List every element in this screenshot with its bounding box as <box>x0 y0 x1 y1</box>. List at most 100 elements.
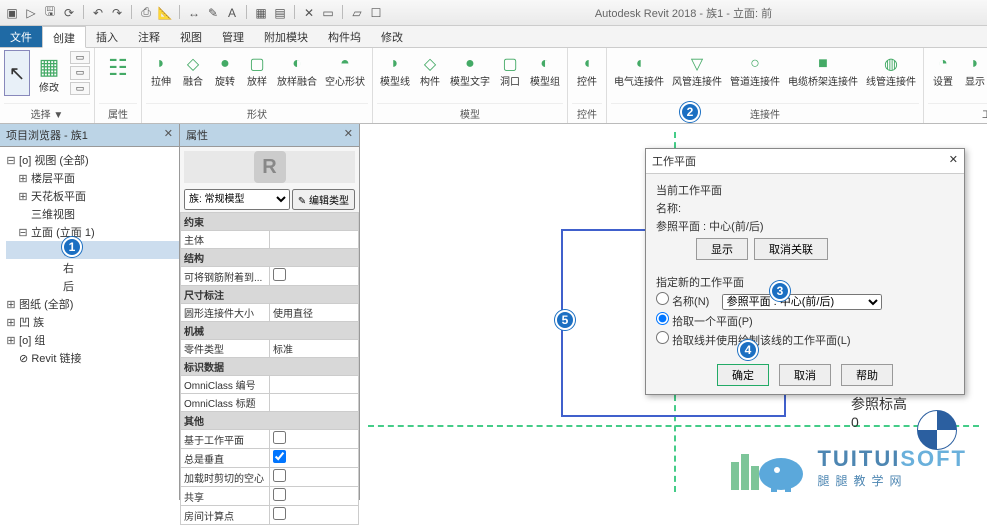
tab-modify[interactable]: 修改 <box>371 26 413 47</box>
disassociate-button[interactable]: 取消关联 <box>754 238 828 260</box>
ribbon-label-workplane: 工作平面 <box>928 103 987 123</box>
properties-table: 约束主体结构可将钢筋附着到...尺寸标注圆形连接件大小使用直径机械零件类型标准标… <box>180 212 359 525</box>
prop-value[interactable] <box>270 487 359 506</box>
prop-group-header: 尺寸标注 <box>181 286 359 304</box>
prop-value[interactable]: 标准 <box>270 340 359 358</box>
tab-create[interactable]: 创建 <box>42 26 86 48</box>
work-plane-dialog: 工作平面 ✕ 当前工作平面 名称: 参照平面 : 中心(前/后) 显示 取消关联… <box>645 148 965 395</box>
prop-value[interactable] <box>270 394 359 412</box>
print-icon[interactable]: ⎙ <box>138 5 154 21</box>
filter-icon[interactable]: ▱ <box>349 5 365 21</box>
wp-item-1[interactable]: ◗显示 <box>960 50 987 90</box>
dim-icon[interactable]: ↔ <box>186 5 202 21</box>
prop-value[interactable] <box>270 468 359 487</box>
type-selector[interactable]: 族: 常规模型 <box>184 189 290 210</box>
switch-window-icon[interactable]: ▭ <box>320 5 336 21</box>
shape-item-3[interactable]: ▢放样 <box>242 50 272 90</box>
conn-item-3[interactable]: ■电缆桥架连接件 <box>785 50 861 90</box>
prop-checkbox[interactable] <box>273 431 286 444</box>
undo-icon[interactable]: ↶ <box>90 5 106 21</box>
prop-value[interactable] <box>270 506 359 525</box>
tree-node[interactable]: 后 <box>6 277 179 295</box>
tree-node[interactable]: 前 <box>6 241 179 259</box>
model-item-1[interactable]: ◇构件 <box>415 50 445 90</box>
shape-item-5[interactable]: ◓空心形状 <box>322 50 368 90</box>
cancel-button[interactable]: 取消 <box>779 364 831 386</box>
prop-value[interactable] <box>270 449 359 468</box>
tab-insert[interactable]: 插入 <box>86 26 128 47</box>
select-tool-icon[interactable]: ↖ <box>4 50 30 96</box>
tab-annotate[interactable]: 注释 <box>128 26 170 47</box>
sync-icon[interactable]: ⟳ <box>61 5 77 21</box>
prop-value[interactable] <box>270 430 359 449</box>
prop-checkbox[interactable] <box>273 469 286 482</box>
3d-icon[interactable]: ▦ <box>253 5 269 21</box>
shape-item-1[interactable]: ◇融合 <box>178 50 208 90</box>
tree-node[interactable]: ⊞ 凹 族 <box>6 313 179 331</box>
prop-value[interactable]: 使用直径 <box>270 304 359 322</box>
model-item-3[interactable]: ▢洞口 <box>495 50 525 90</box>
show-button[interactable]: 显示 <box>696 238 748 260</box>
conn-item-0[interactable]: ◖电气连接件 <box>611 50 667 90</box>
tag-icon[interactable]: ✎ <box>205 5 221 21</box>
shape-item-4[interactable]: ◐放样融合 <box>274 50 320 90</box>
help-button[interactable]: 帮助 <box>841 364 893 386</box>
wp-name-select[interactable]: 参照平面 : 中心(前/后) <box>722 294 882 310</box>
tab-manage[interactable]: 管理 <box>212 26 254 47</box>
ctrl-item-0[interactable]: ◖控件 <box>572 50 602 90</box>
tree-node[interactable]: 右 <box>6 259 179 277</box>
properties-button[interactable]: ☷ <box>99 50 137 86</box>
opt-name-radio[interactable]: 名称(N) <box>656 296 709 308</box>
conn-item-1[interactable]: ▽风管连接件 <box>669 50 725 90</box>
prop-checkbox[interactable] <box>273 268 286 281</box>
paste-options[interactable]: ▭▭▭ <box>70 50 90 96</box>
open-icon[interactable]: ▷ <box>23 5 39 21</box>
close-hidden-icon[interactable]: ✕ <box>301 5 317 21</box>
prop-key: 共享 <box>181 487 270 506</box>
prop-checkbox[interactable] <box>273 488 286 501</box>
component-icon[interactable]: ☐ <box>368 5 384 21</box>
model-item-4[interactable]: ◐模型组 <box>527 50 563 90</box>
measure-icon[interactable]: 📐 <box>157 5 173 21</box>
redo-icon[interactable]: ↷ <box>109 5 125 21</box>
model-item-2[interactable]: ●模型文字 <box>447 50 493 90</box>
conn-item-2[interactable]: ○管道连接件 <box>727 50 783 90</box>
opt-pick-radio[interactable]: 拾取一个平面(P) <box>656 316 753 328</box>
project-browser-tree[interactable]: ⊟ [o] 视图 (全部)⊞ 楼层平面⊞ 天花板平面 三维视图⊟ 立面 (立面 … <box>0 147 179 371</box>
project-browser: 项目浏览器 - 族1 ✕ ⊟ [o] 视图 (全部)⊞ 楼层平面⊞ 天花板平面 … <box>0 124 180 500</box>
wp-item-0[interactable]: ◔设置 <box>928 50 958 90</box>
shape-item-2[interactable]: ●旋转 <box>210 50 240 90</box>
tree-node[interactable]: ⊟ [o] 视图 (全部) <box>6 151 179 169</box>
prop-key: 主体 <box>181 231 270 249</box>
tab-addins[interactable]: 附加模块 <box>254 26 318 47</box>
section-icon[interactable]: ▤ <box>272 5 288 21</box>
save-icon[interactable]: 🖫 <box>42 5 58 21</box>
tab-view[interactable]: 视图 <box>170 26 212 47</box>
model-item-0[interactable]: ◗模型线 <box>377 50 413 90</box>
close-icon[interactable]: ✕ <box>164 127 173 143</box>
tree-node[interactable]: ⊞ 楼层平面 <box>6 169 179 187</box>
text-icon[interactable]: A <box>224 5 240 21</box>
tree-node[interactable]: ⊘ Revit 链接 <box>6 349 179 367</box>
close-icon[interactable]: ✕ <box>344 127 353 143</box>
shape-item-0[interactable]: ◗拉伸 <box>146 50 176 90</box>
tree-node[interactable]: 三维视图 <box>6 205 179 223</box>
edit-type-button[interactable]: ✎ 编辑类型 <box>292 189 355 210</box>
tree-node[interactable]: ⊞ 图纸 (全部) <box>6 295 179 313</box>
prop-checkbox[interactable] <box>273 507 286 520</box>
file-tab[interactable]: 文件 <box>0 26 42 47</box>
prop-value[interactable] <box>270 267 359 286</box>
prop-value[interactable] <box>270 376 359 394</box>
tree-node[interactable]: ⊞ 天花板平面 <box>6 187 179 205</box>
tab-component-dock[interactable]: 构件坞 <box>318 26 371 47</box>
app-menu-icon[interactable]: ▣ <box>4 5 20 21</box>
tree-node[interactable]: ⊟ 立面 (立面 1) <box>6 223 179 241</box>
conn-item-4[interactable]: ◍线管连接件 <box>863 50 919 90</box>
prop-checkbox[interactable] <box>273 450 286 463</box>
ok-button[interactable]: 确定 <box>717 364 769 386</box>
prop-value[interactable] <box>270 231 359 249</box>
ribbon-group-select: ↖ ▦ 修改 ▭▭▭ 选择 ▼ <box>0 48 95 123</box>
tree-node[interactable]: ⊞ [o] 组 <box>6 331 179 349</box>
close-icon[interactable]: ✕ <box>949 153 958 169</box>
modify-tool[interactable]: ▦ 修改 <box>30 50 68 96</box>
